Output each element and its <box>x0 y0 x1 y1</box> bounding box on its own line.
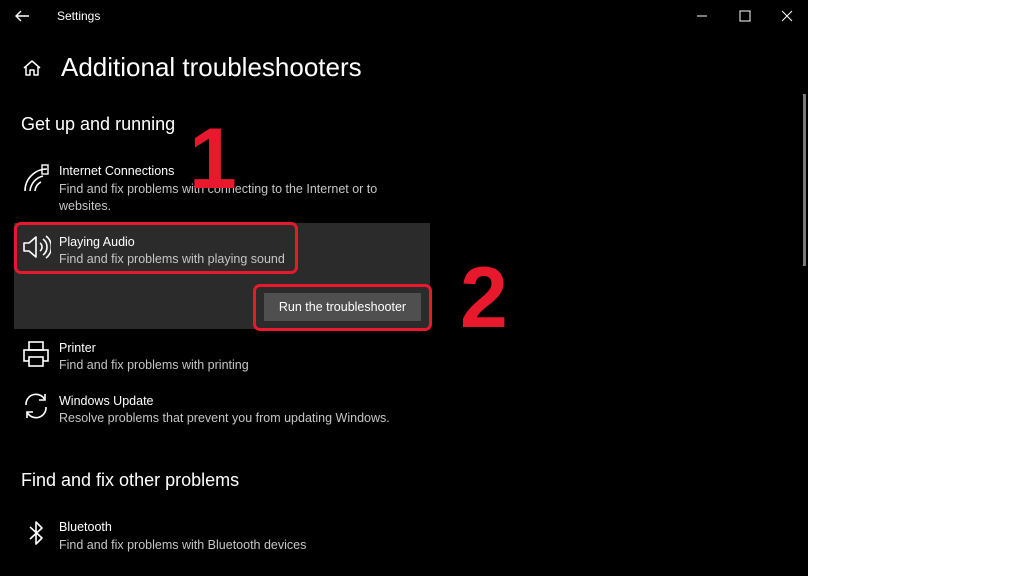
sync-icon <box>21 391 51 421</box>
minimize-button[interactable] <box>688 4 716 28</box>
item-name: Printer <box>59 341 96 355</box>
highlight-box-playing-audio <box>14 222 298 274</box>
item-description: Find and fix problems with printing <box>59 358 249 372</box>
scrollbar-thumb[interactable] <box>803 94 806 266</box>
back-button[interactable] <box>10 6 34 26</box>
step-number-2: 2 <box>460 250 508 346</box>
close-button[interactable] <box>773 4 801 28</box>
highlight-box-run-button <box>253 284 432 331</box>
item-description: Resolve problems that prevent you from u… <box>59 411 390 425</box>
item-name: Bluetooth <box>59 520 112 534</box>
home-icon <box>23 60 41 76</box>
close-icon <box>781 10 793 22</box>
step-number-1: 1 <box>189 111 237 207</box>
section-heading-get-up-and-running: Get up and running <box>21 114 176 134</box>
maximize-icon <box>739 10 751 22</box>
title-bar: Settings <box>0 0 808 32</box>
minimize-icon <box>697 15 707 17</box>
troubleshooter-bluetooth[interactable]: Bluetooth Find and fix problems with Blu… <box>14 516 430 556</box>
bluetooth-icon <box>21 518 51 548</box>
page-title: Additional troubleshooters <box>61 52 362 82</box>
troubleshooter-printer[interactable]: Printer Find and fix problems with print… <box>14 337 430 377</box>
printer-icon <box>21 339 51 369</box>
item-description: Find and fix problems with Bluetooth dev… <box>59 538 307 552</box>
section-heading-find-and-fix-other-problems: Find and fix other problems <box>21 470 240 490</box>
home-button[interactable] <box>20 56 44 80</box>
troubleshooter-windows-update[interactable]: Windows Update Resolve problems that pre… <box>14 389 430 429</box>
maximize-button[interactable] <box>731 4 759 28</box>
item-name: Windows Update <box>59 394 154 408</box>
wifi-icon <box>21 163 51 193</box>
back-arrow-icon <box>15 10 29 22</box>
window-title: Settings <box>57 9 101 23</box>
item-name: Internet Connections <box>59 164 175 178</box>
settings-window: Settings Additional troubleshooters Get … <box>0 0 808 576</box>
